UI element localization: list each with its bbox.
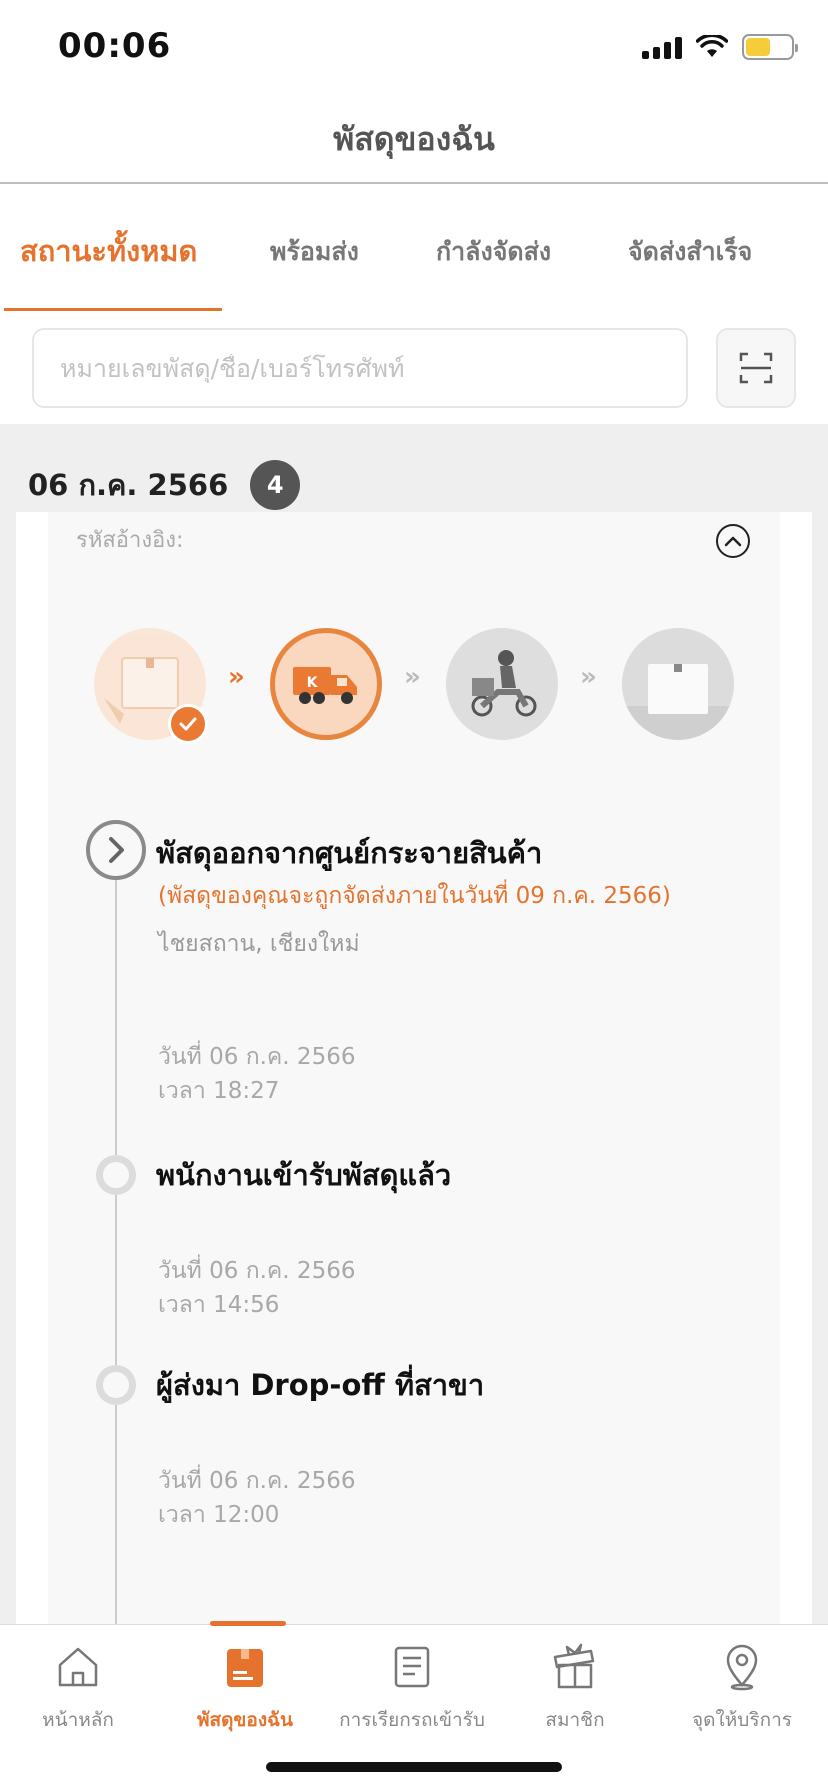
search-input[interactable] [60, 353, 686, 383]
parcel-card-frame: รหัสอ้างอิง: » K » » พัสดุออกจากศูนย์กระ… [16, 512, 812, 1632]
timeline-event-time: เวลา 12:00 [158, 1502, 280, 1528]
chevron-up-icon [724, 536, 742, 547]
nav-label: การเรียกรถเข้ารับ [339, 1709, 485, 1731]
collapse-button[interactable] [716, 524, 750, 558]
group-count-badge: 4 [250, 460, 301, 510]
timeline-event-date: วันที่ 06 ก.ค. 2566 [158, 1258, 356, 1284]
timeline-dot [96, 1365, 136, 1405]
tab-in-delivery[interactable]: กำลังจัดส่ง [436, 232, 551, 272]
timeline-event-title: พัสดุออกจากศูนย์กระจายสินค้า [156, 836, 543, 870]
delivery-truck-icon: K [293, 667, 357, 704]
search-box [32, 328, 688, 408]
parcel-card: รหัสอ้างอิง: » K » » พัสดุออกจากศูนย์กระ… [48, 512, 780, 1632]
step-in-transit: K [270, 628, 382, 740]
date-group-header: 06 ก.ค. 2566 4 [28, 460, 301, 510]
timeline-event-date: วันที่ 06 ก.ค. 2566 [158, 1044, 356, 1070]
nav-member[interactable]: สมาชิก [485, 1643, 665, 1735]
active-nav-indicator [210, 1621, 286, 1626]
step-delivered [622, 628, 734, 740]
home-indicator[interactable] [266, 1762, 562, 1772]
parcel-icon [227, 1649, 263, 1687]
group-date: 06 ก.ค. 2566 [28, 468, 229, 502]
parcel-list: 06 ก.ค. 2566 4 รหัสอ้างอิง: » K » » พัสด… [0, 424, 828, 1632]
step-arrow-icon: » [228, 662, 245, 692]
nav-pickup-request[interactable]: การเรียกรถเข้ารับ [322, 1643, 502, 1735]
nav-my-parcels[interactable]: พัสดุของฉัน [155, 1643, 335, 1735]
chevron-right-icon [109, 837, 124, 863]
nav-service-points[interactable]: จุดให้บริการ [652, 1643, 828, 1735]
gift-icon [553, 1643, 595, 1689]
timeline-event-location: ไชยสถาน, เชียงใหม่ [158, 931, 360, 957]
battery-level [746, 38, 771, 56]
header: พัสดุของฉัน [0, 96, 828, 184]
nav-home[interactable]: หน้าหลัก [0, 1643, 168, 1735]
location-pin-icon [726, 1644, 758, 1691]
nav-label: หน้าหลัก [42, 1709, 114, 1731]
status-bar: 00:06 [0, 0, 828, 96]
svg-text:K: K [307, 675, 319, 691]
timeline-dot [96, 1155, 136, 1195]
timeline-event-time: เวลา 18:27 [158, 1078, 280, 1104]
timeline-event-title: พนักงานเข้ารับพัสดุแล้ว [156, 1158, 452, 1192]
scan-button[interactable] [716, 328, 796, 408]
status-time: 00:06 [58, 26, 172, 66]
tab-delivered[interactable]: จัดส่งสำเร็จ [628, 232, 752, 272]
step-out-for-delivery [446, 628, 558, 740]
timeline-current-icon[interactable] [86, 820, 146, 880]
nav-label: สมาชิก [545, 1709, 605, 1731]
timeline-event-note: (พัสดุของคุณจะถูกจัดส่งภายในวันที่ 09 ก.… [158, 883, 671, 909]
status-icons [642, 34, 798, 60]
step-arrow-icon: » [404, 662, 421, 692]
active-tab-indicator [4, 308, 222, 311]
timeline-event-title: ผู้ส่งมา Drop-off ที่สาขา [156, 1368, 485, 1402]
step-arrow-icon: » [580, 662, 597, 692]
home-icon [58, 1647, 98, 1687]
wifi-icon [696, 35, 728, 57]
delivered-box-icon [622, 664, 734, 740]
timeline-event-date: วันที่ 06 ก.ค. 2566 [158, 1468, 356, 1494]
page-title: พัสดุของฉัน [333, 119, 495, 158]
battery-icon [742, 34, 798, 60]
scooter-rider-icon [471, 650, 537, 717]
tab-all-status[interactable]: สถานะทั้งหมด [20, 228, 197, 274]
signal-icon [642, 35, 682, 59]
reference-label: รหัสอ้างอิง: [76, 528, 184, 553]
nav-label: จุดให้บริการ [692, 1709, 792, 1731]
timeline-event-time: เวลา 14:56 [158, 1292, 280, 1318]
scan-icon [739, 352, 773, 384]
step-done-check-icon [168, 704, 208, 744]
tab-ready-to-ship[interactable]: พร้อมส่ง [270, 232, 359, 272]
document-list-icon [394, 1646, 430, 1688]
search-row [0, 312, 828, 424]
timeline-line [115, 822, 117, 1632]
status-tabs: สถานะทั้งหมด พร้อมส่ง กำลังจัดส่ง จัดส่ง… [0, 184, 828, 312]
nav-label: พัสดุของฉัน [196, 1709, 294, 1731]
